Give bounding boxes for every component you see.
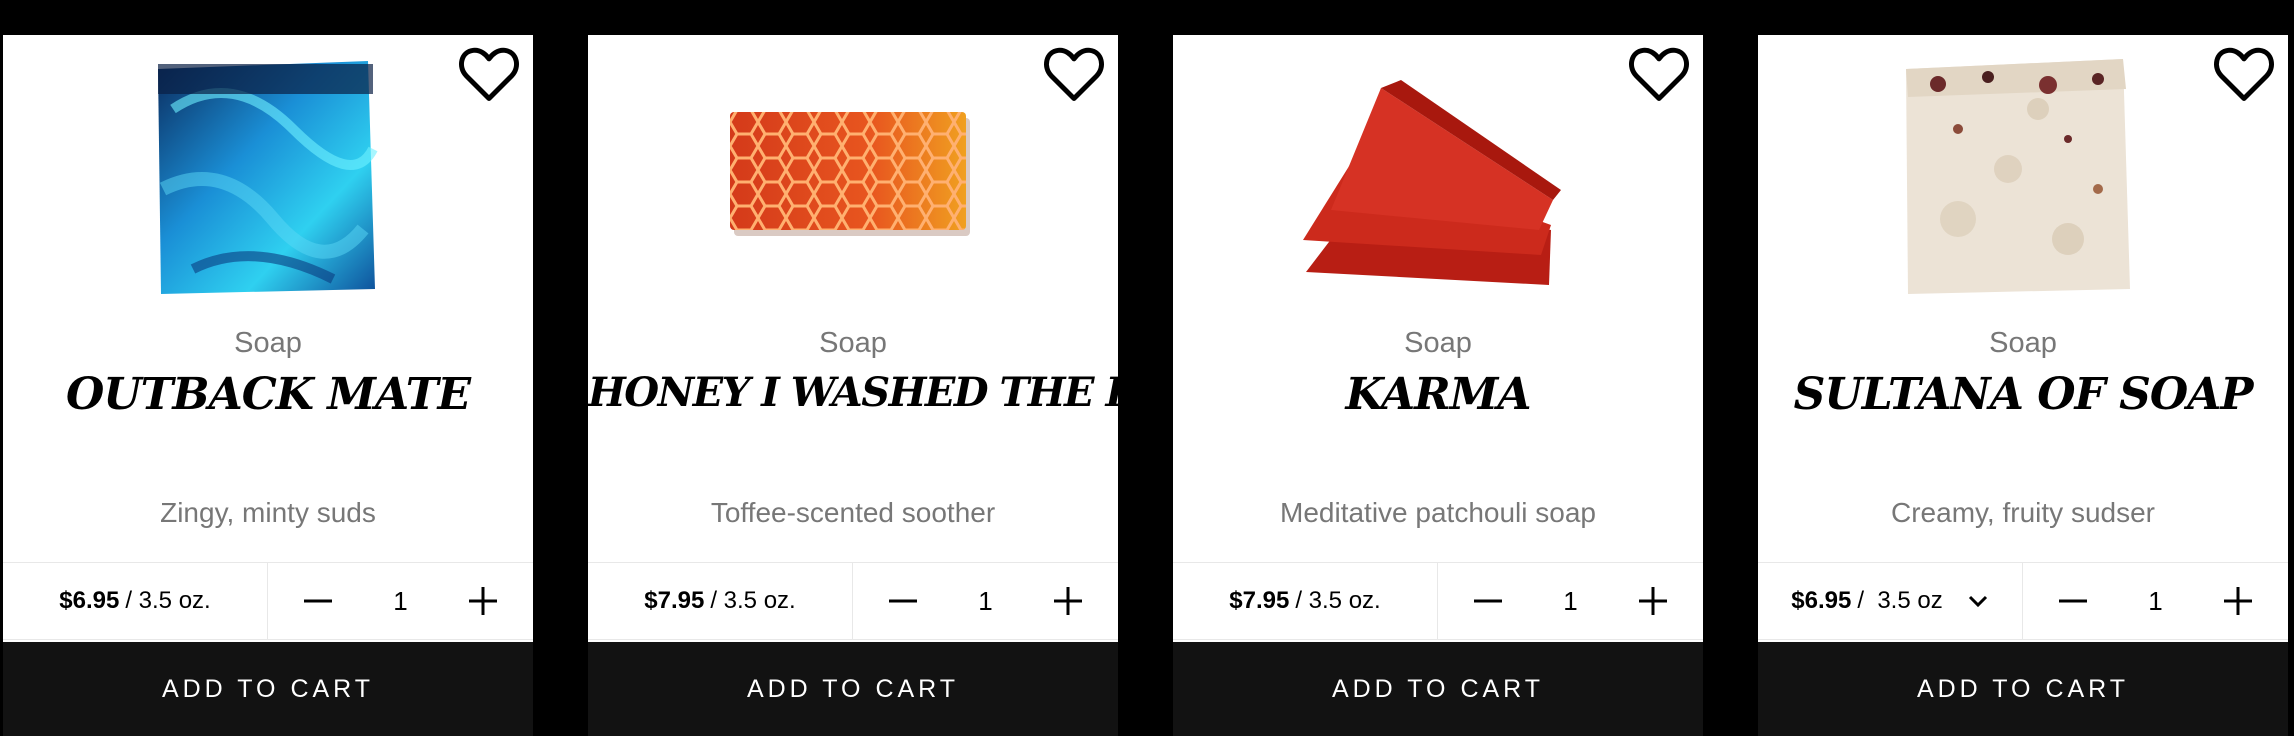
decrease-quantity-button[interactable] xyxy=(293,576,343,626)
product-image[interactable] xyxy=(1758,35,2288,315)
plus-icon xyxy=(468,587,497,615)
product-category: Soap xyxy=(234,327,302,359)
price-value: $6.95 xyxy=(59,587,120,614)
wishlist-heart-icon[interactable] xyxy=(455,39,523,107)
product-description: Toffee-scented soother xyxy=(710,497,996,528)
product-category: Soap xyxy=(1404,327,1472,359)
quantity-stepper: 1 xyxy=(853,563,1118,639)
wishlist-heart-icon[interactable] xyxy=(2210,39,2278,107)
soap-image-outback-mate xyxy=(158,61,378,294)
add-to-cart-button[interactable]: ADD TO CART xyxy=(1758,642,2288,736)
minus-icon xyxy=(1474,599,1503,603)
quantity-value[interactable]: 1 xyxy=(2148,586,2162,617)
quantity-stepper: 1 xyxy=(1438,563,1703,639)
product-description: Meditative patchouli soap xyxy=(1280,497,1596,528)
wishlist-heart-icon[interactable] xyxy=(1625,39,1693,107)
increase-quantity-button[interactable] xyxy=(1628,576,1678,626)
add-to-cart-button[interactable]: ADD TO CART xyxy=(1173,642,1703,736)
size-select[interactable]: $6.95 / 3.5 oz xyxy=(1758,563,2023,639)
product-name[interactable]: KARMA xyxy=(1173,369,1703,420)
minus-icon xyxy=(2059,599,2088,603)
plus-icon xyxy=(1638,587,1667,615)
product-image[interactable] xyxy=(3,35,533,315)
price-value: $6.95 xyxy=(1791,587,1852,614)
product-image[interactable] xyxy=(588,35,1118,315)
minus-icon xyxy=(304,599,333,603)
product-category: Soap xyxy=(1989,327,2057,359)
product-name[interactable]: HONEY I WASHED THE KIDS xyxy=(588,369,1218,416)
size-label: / 3.5 oz. xyxy=(1295,587,1381,614)
price-quantity-bar: $7.95 / 3.5 oz. 1 xyxy=(1173,562,1703,640)
price-quantity-bar: $7.95 / 3.5 oz. 1 xyxy=(588,562,1118,640)
price-quantity-bar: $6.95 / 3.5 oz. 1 xyxy=(3,562,533,640)
product-description: Creamy, fruity sudser xyxy=(1891,497,2155,528)
product-card: Soap SULTANA OF SOAP Creamy, fruity suds… xyxy=(1758,35,2288,736)
soap-image-karma xyxy=(1303,80,1561,285)
price-quantity-bar: $6.95 / 3.5 oz 1 xyxy=(1758,562,2288,640)
size-label: / 3.5 oz. xyxy=(710,587,796,614)
product-image[interactable] xyxy=(1173,35,1703,315)
price-display: $6.95 / 3.5 oz. xyxy=(3,563,268,639)
quantity-stepper: 1 xyxy=(268,563,533,639)
add-to-cart-button[interactable]: ADD TO CART xyxy=(3,642,533,736)
size-label: / 3.5 oz xyxy=(1857,587,1943,614)
product-description: Zingy, minty suds xyxy=(160,497,376,528)
product-name[interactable]: SULTANA OF SOAP xyxy=(1758,369,2288,420)
add-to-cart-button[interactable]: ADD TO CART xyxy=(588,642,1118,736)
size-label: / 3.5 oz. xyxy=(125,587,211,614)
quantity-value[interactable]: 1 xyxy=(393,586,407,617)
minus-icon xyxy=(889,599,918,603)
plus-icon xyxy=(1053,587,1082,615)
product-card: Soap KARMA Meditative patchouli soap $7.… xyxy=(1173,35,1703,736)
price-value: $7.95 xyxy=(644,587,705,614)
decrease-quantity-button[interactable] xyxy=(878,576,928,626)
increase-quantity-button[interactable] xyxy=(2213,576,2263,626)
increase-quantity-button[interactable] xyxy=(458,576,508,626)
quantity-value[interactable]: 1 xyxy=(978,586,992,617)
increase-quantity-button[interactable] xyxy=(1043,576,1093,626)
plus-icon xyxy=(2223,587,2252,615)
decrease-quantity-button[interactable] xyxy=(2048,576,2098,626)
chevron-down-icon xyxy=(1968,595,1987,608)
soap-image-sultana-of-soap xyxy=(1906,59,2130,294)
product-card: Soap HONEY I WASHED THE KIDS Toffee-scen… xyxy=(588,35,1218,736)
product-card: Soap OUTBACK MATE Zingy, minty suds $6.9… xyxy=(3,35,533,736)
product-category: Soap xyxy=(819,327,887,359)
price-display: $7.95 / 3.5 oz. xyxy=(1173,563,1438,639)
decrease-quantity-button[interactable] xyxy=(1463,576,1513,626)
price-display: $7.95 / 3.5 oz. xyxy=(588,563,853,639)
wishlist-heart-icon[interactable] xyxy=(1040,39,1108,107)
quantity-stepper: 1 xyxy=(2023,563,2288,639)
price-value: $7.95 xyxy=(1229,587,1290,614)
quantity-value[interactable]: 1 xyxy=(1563,586,1577,617)
soap-image-honey-i-washed-the-kids xyxy=(730,112,970,236)
product-name[interactable]: OUTBACK MATE xyxy=(3,369,533,420)
